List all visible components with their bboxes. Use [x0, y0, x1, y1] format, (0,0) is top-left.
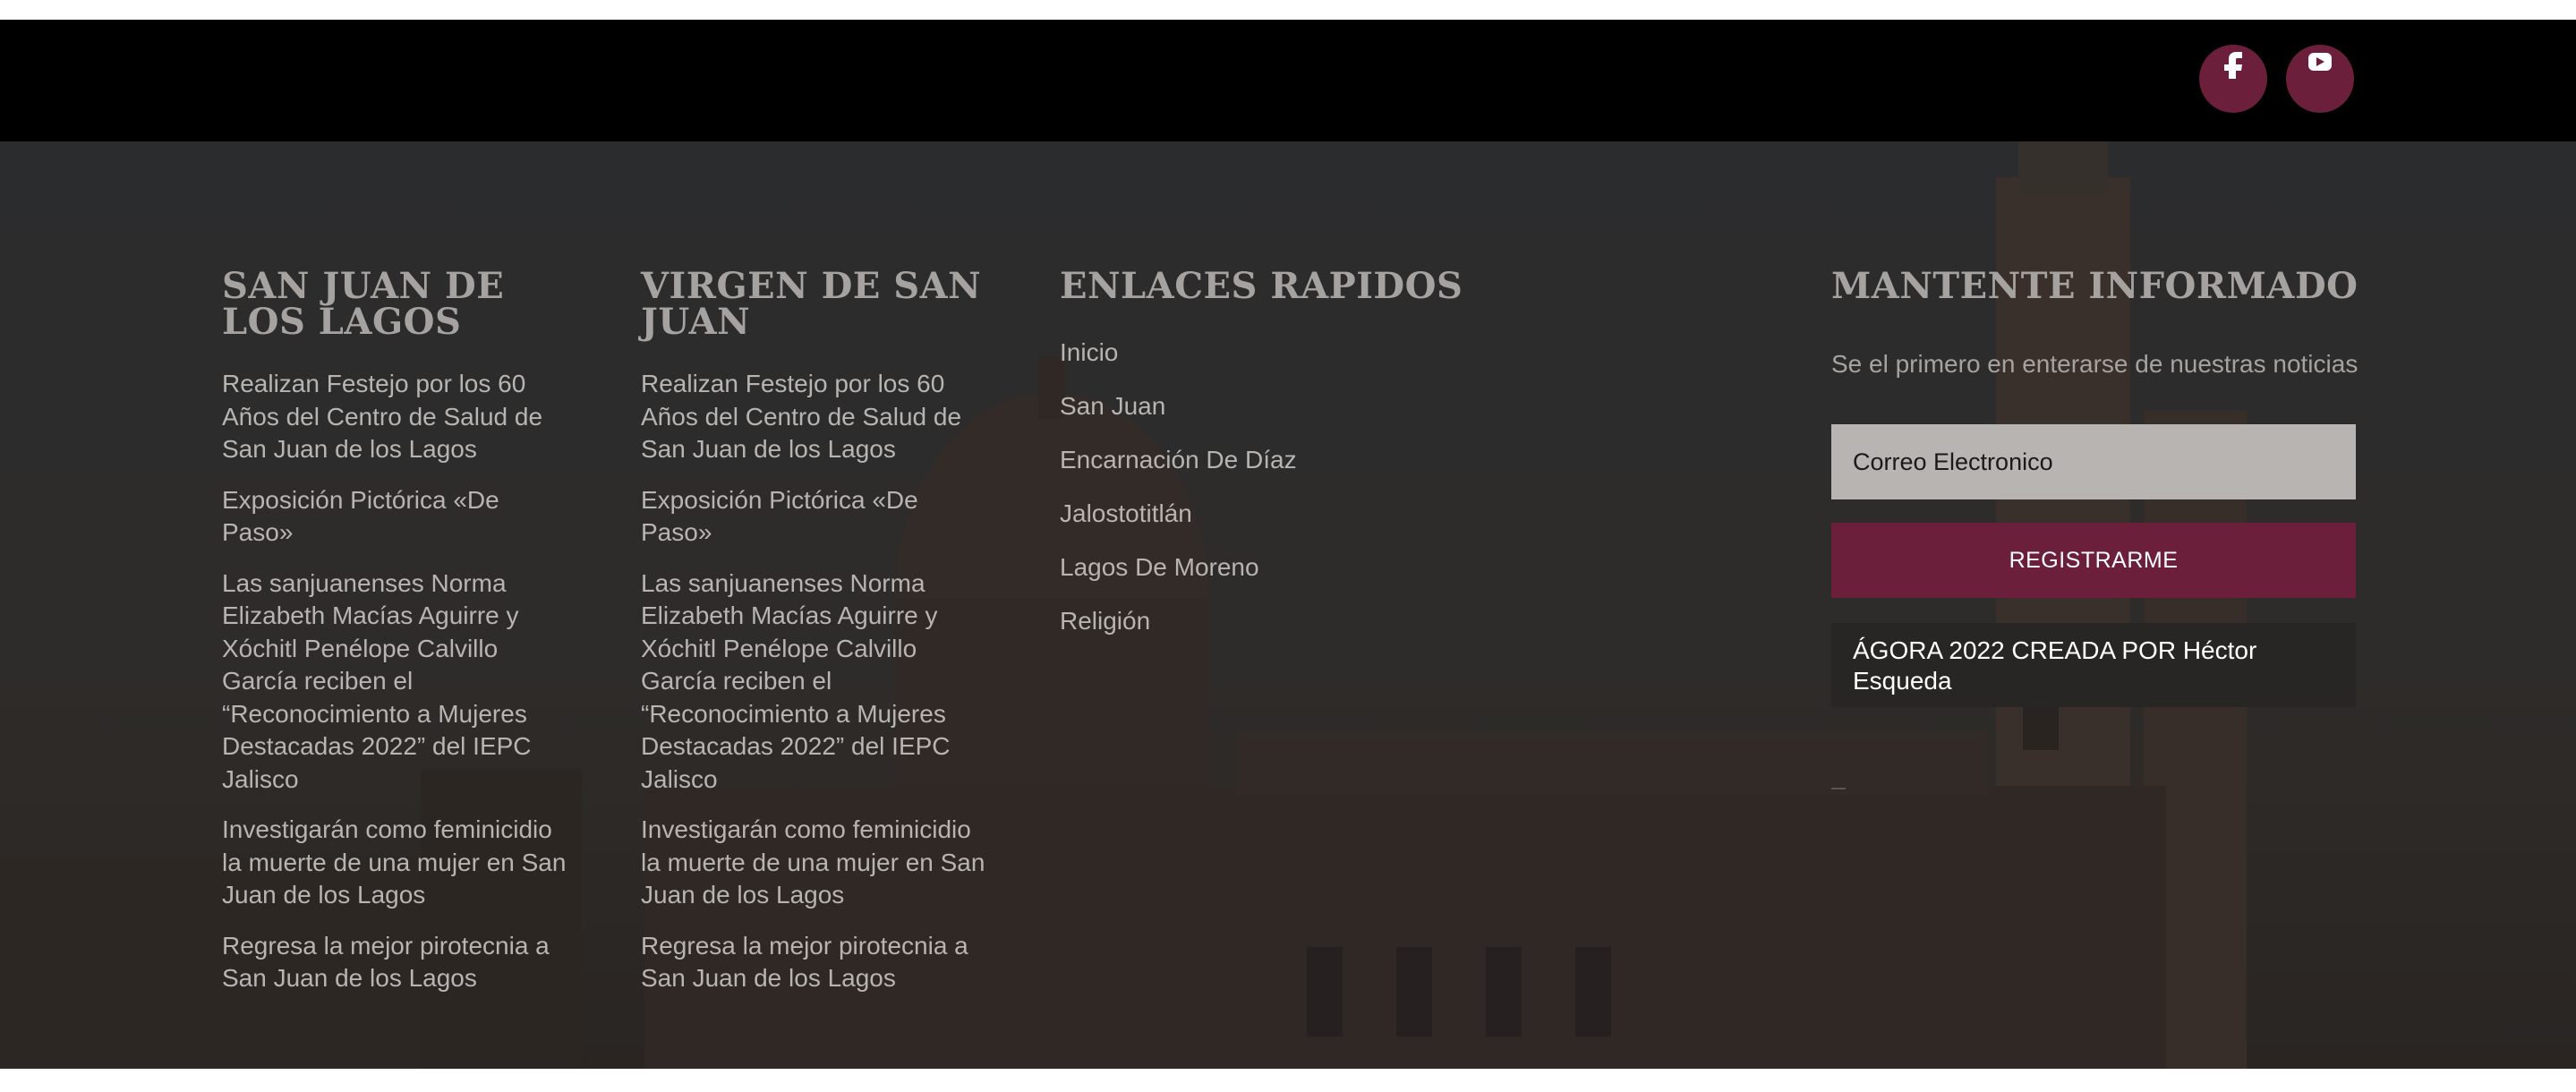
quick-link-jalostotitlan[interactable]: Jalostotitlán: [1060, 498, 1418, 531]
post-link[interactable]: Exposición Pictórica «De Paso»: [641, 484, 990, 550]
post-link[interactable]: Realizan Festejo por los 60 Años del Cen…: [222, 368, 571, 466]
post-link[interactable]: Exposición Pictórica «De Paso»: [222, 484, 571, 550]
post-link[interactable]: Realizan Festejo por los 60 Años del Cen…: [641, 368, 990, 466]
post-link[interactable]: Las sanjuanenses Norma Elizabeth Macías …: [641, 567, 990, 797]
list-item: Lagos De Moreno: [1060, 551, 1418, 605]
quick-link-encarnacion[interactable]: Encarnación De Díaz: [1060, 444, 1418, 477]
column-title-san-juan: SAN JUAN DE LOS LAGOS: [222, 265, 505, 343]
newsletter-description: Se el primero en enterarse de nuestras n…: [1831, 350, 2358, 378]
list-item: Investigarán como feminicidio la muerte …: [222, 814, 571, 912]
quick-link-lagos-de-moreno[interactable]: Lagos De Moreno: [1060, 551, 1418, 584]
page: SAN JUAN DE LOS LAGOS Realizan Festejo p…: [0, 0, 2576, 1092]
virgen-post-list: Realizan Festejo por los 60 Años del Cen…: [641, 368, 990, 1013]
youtube-link[interactable]: [2286, 45, 2354, 113]
register-button[interactable]: REGISTRARME: [1831, 523, 2356, 598]
san-juan-post-list: Realizan Festejo por los 60 Años del Cen…: [222, 368, 571, 1013]
column-title-enlaces: ENLACES RAPIDOS: [1060, 265, 1463, 307]
post-link[interactable]: Regresa la mejor pirotecnia a San Juan d…: [222, 930, 571, 995]
credit-text: ÁGORA 2022 CREADA POR Héctor Esqueda: [1831, 623, 2356, 707]
list-item: Las sanjuanenses Norma Elizabeth Macías …: [222, 567, 571, 797]
facebook-link[interactable]: [2199, 45, 2267, 113]
post-link[interactable]: Las sanjuanenses Norma Elizabeth Macías …: [222, 567, 571, 797]
list-item: Las sanjuanenses Norma Elizabeth Macías …: [641, 567, 990, 797]
footer: SAN JUAN DE LOS LAGOS Realizan Festejo p…: [0, 141, 2576, 1069]
column-title-newsletter: MANTENTE INFORMADO: [1831, 265, 2358, 307]
list-item: Religión: [1060, 605, 1418, 659]
post-link[interactable]: Investigarán como feminicidio la muerte …: [641, 814, 990, 912]
list-item: Exposición Pictórica «De Paso»: [641, 484, 990, 550]
top-bar: [0, 20, 2576, 141]
quick-link-religion[interactable]: Religión: [1060, 605, 1418, 638]
list-item: Realizan Festejo por los 60 Años del Cen…: [222, 368, 571, 466]
list-item: Regresa la mejor pirotecnia a San Juan d…: [222, 930, 571, 995]
divider: [1831, 788, 1846, 789]
list-item: Regresa la mejor pirotecnia a San Juan d…: [641, 930, 990, 995]
column-title-virgen: VIRGEN DE SAN JUAN: [641, 265, 982, 343]
facebook-icon: [2224, 52, 2242, 79]
list-item: San Juan: [1060, 390, 1418, 444]
list-item: Encarnación De Díaz: [1060, 444, 1418, 498]
email-field[interactable]: [1831, 424, 2356, 499]
quick-links-list: Inicio San Juan Encarnación De Díaz Jalo…: [1060, 337, 1418, 659]
list-item: Investigarán como feminicidio la muerte …: [641, 814, 990, 912]
quick-link-san-juan[interactable]: San Juan: [1060, 390, 1418, 423]
quick-link-inicio[interactable]: Inicio: [1060, 337, 1418, 370]
list-item: Exposición Pictórica «De Paso»: [222, 484, 571, 550]
list-item: Jalostotitlán: [1060, 498, 1418, 551]
youtube-icon: [2308, 53, 2332, 71]
post-link[interactable]: Regresa la mejor pirotecnia a San Juan d…: [641, 930, 990, 995]
list-item: Inicio: [1060, 337, 1418, 390]
list-item: Realizan Festejo por los 60 Años del Cen…: [641, 368, 990, 466]
post-link[interactable]: Investigarán como feminicidio la muerte …: [222, 814, 571, 912]
